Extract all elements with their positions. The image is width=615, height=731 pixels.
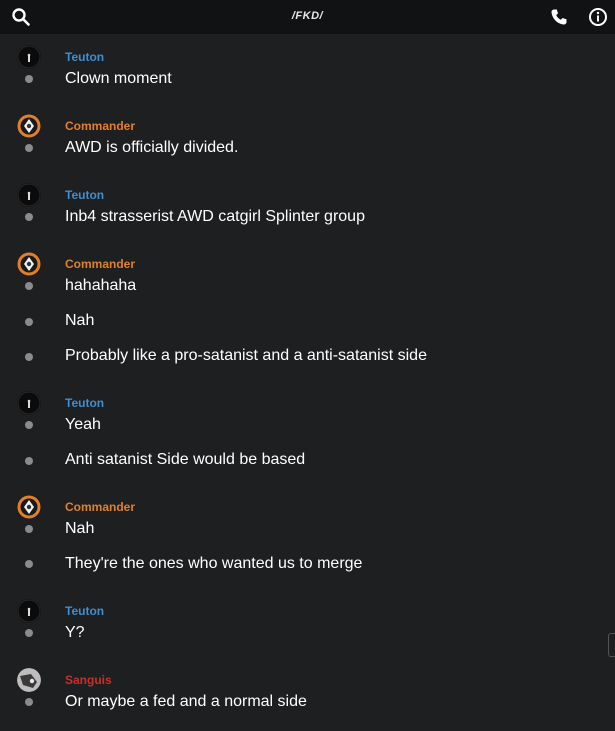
- message-bullet: [25, 75, 33, 83]
- scroll-handle[interactable]: [608, 633, 615, 657]
- message-text: They're the ones who wanted us to merge: [65, 555, 363, 572]
- message-text: hahahaha: [65, 277, 137, 294]
- avatar-teuton[interactable]: [17, 599, 41, 623]
- message-bullet: [25, 457, 33, 465]
- username[interactable]: Sanguis: [65, 673, 112, 687]
- message-bullet: [25, 144, 33, 152]
- message-text: AWD is officially divided.: [65, 139, 239, 156]
- message-bullet: [25, 213, 33, 221]
- message-bullet: [25, 629, 33, 637]
- username[interactable]: Teuton: [65, 188, 104, 202]
- message-text: Yeah: [65, 416, 101, 433]
- message-bullet: [25, 282, 33, 290]
- message-bullet: [25, 698, 33, 706]
- username[interactable]: Teuton: [65, 396, 104, 410]
- message-bullet: [25, 421, 33, 429]
- message-text: Nah: [65, 520, 95, 537]
- username[interactable]: Commander: [65, 119, 135, 133]
- avatar-teuton[interactable]: [17, 391, 41, 415]
- avatar-commander[interactable]: [17, 252, 41, 276]
- avatar-commander[interactable]: [17, 495, 41, 519]
- info-icon[interactable]: [588, 7, 608, 27]
- message-bullet: [25, 353, 33, 361]
- message-text: Anti satanist Side would be based: [65, 451, 306, 468]
- message-text: Nah: [65, 312, 95, 329]
- message-bullet: [25, 525, 33, 533]
- username[interactable]: Teuton: [65, 50, 104, 64]
- avatar-teuton[interactable]: [17, 45, 41, 69]
- avatar-sanguis[interactable]: [17, 668, 41, 692]
- message-bullet: [25, 560, 33, 568]
- message-text: Y?: [65, 624, 85, 641]
- message-bullet: [25, 318, 33, 326]
- channel-title: /FKD/: [291, 10, 324, 22]
- message-text: Probably like a pro-satanist and a anti-…: [65, 347, 427, 364]
- message-text: Or maybe a fed and a normal side: [65, 693, 307, 710]
- avatar-commander[interactable]: [17, 114, 41, 138]
- top-bar: /FKD/: [0, 0, 615, 34]
- message-text: Clown moment: [65, 70, 172, 87]
- message-text: Inb4 strasserist AWD catgirl Splinter gr…: [65, 208, 365, 225]
- avatar-teuton[interactable]: [17, 183, 41, 207]
- username[interactable]: Commander: [65, 257, 135, 271]
- username[interactable]: Teuton: [65, 604, 104, 618]
- phone-icon[interactable]: [549, 7, 569, 27]
- username[interactable]: Commander: [65, 500, 135, 514]
